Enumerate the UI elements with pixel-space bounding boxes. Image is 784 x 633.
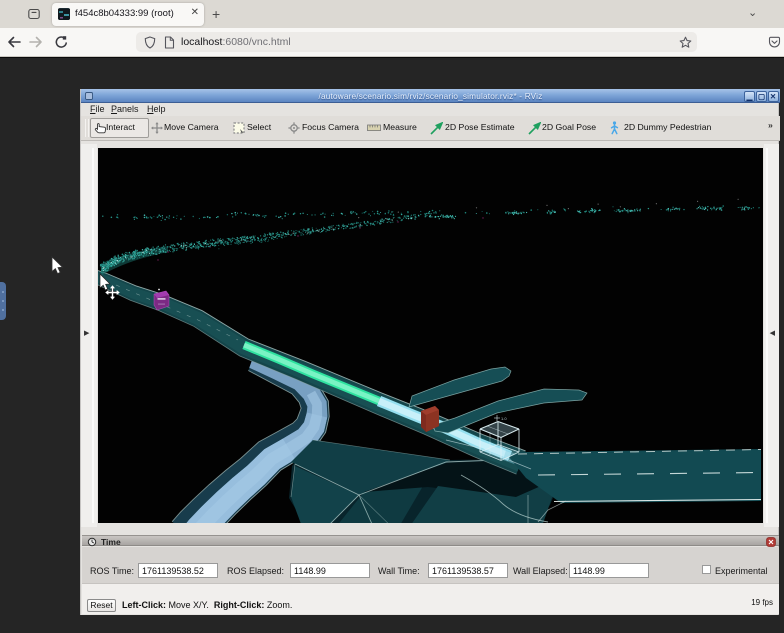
svg-text:1.0: 1.0 [501,416,507,421]
